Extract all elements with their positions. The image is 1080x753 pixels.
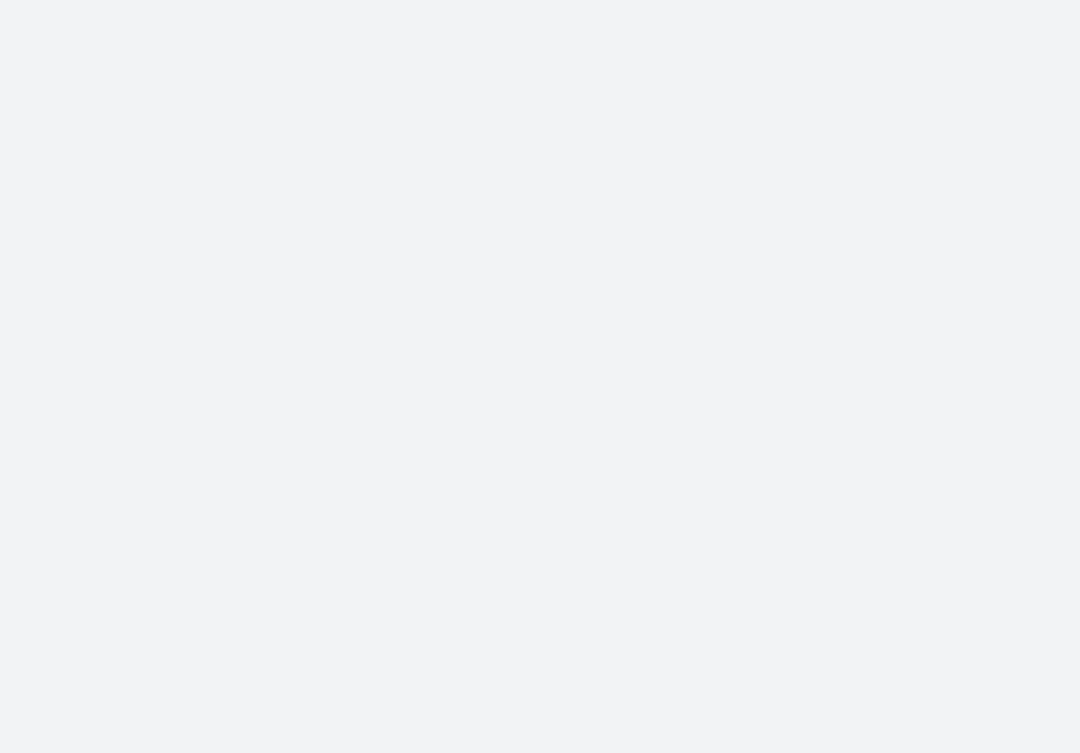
canvas bbox=[0, 0, 1080, 753]
